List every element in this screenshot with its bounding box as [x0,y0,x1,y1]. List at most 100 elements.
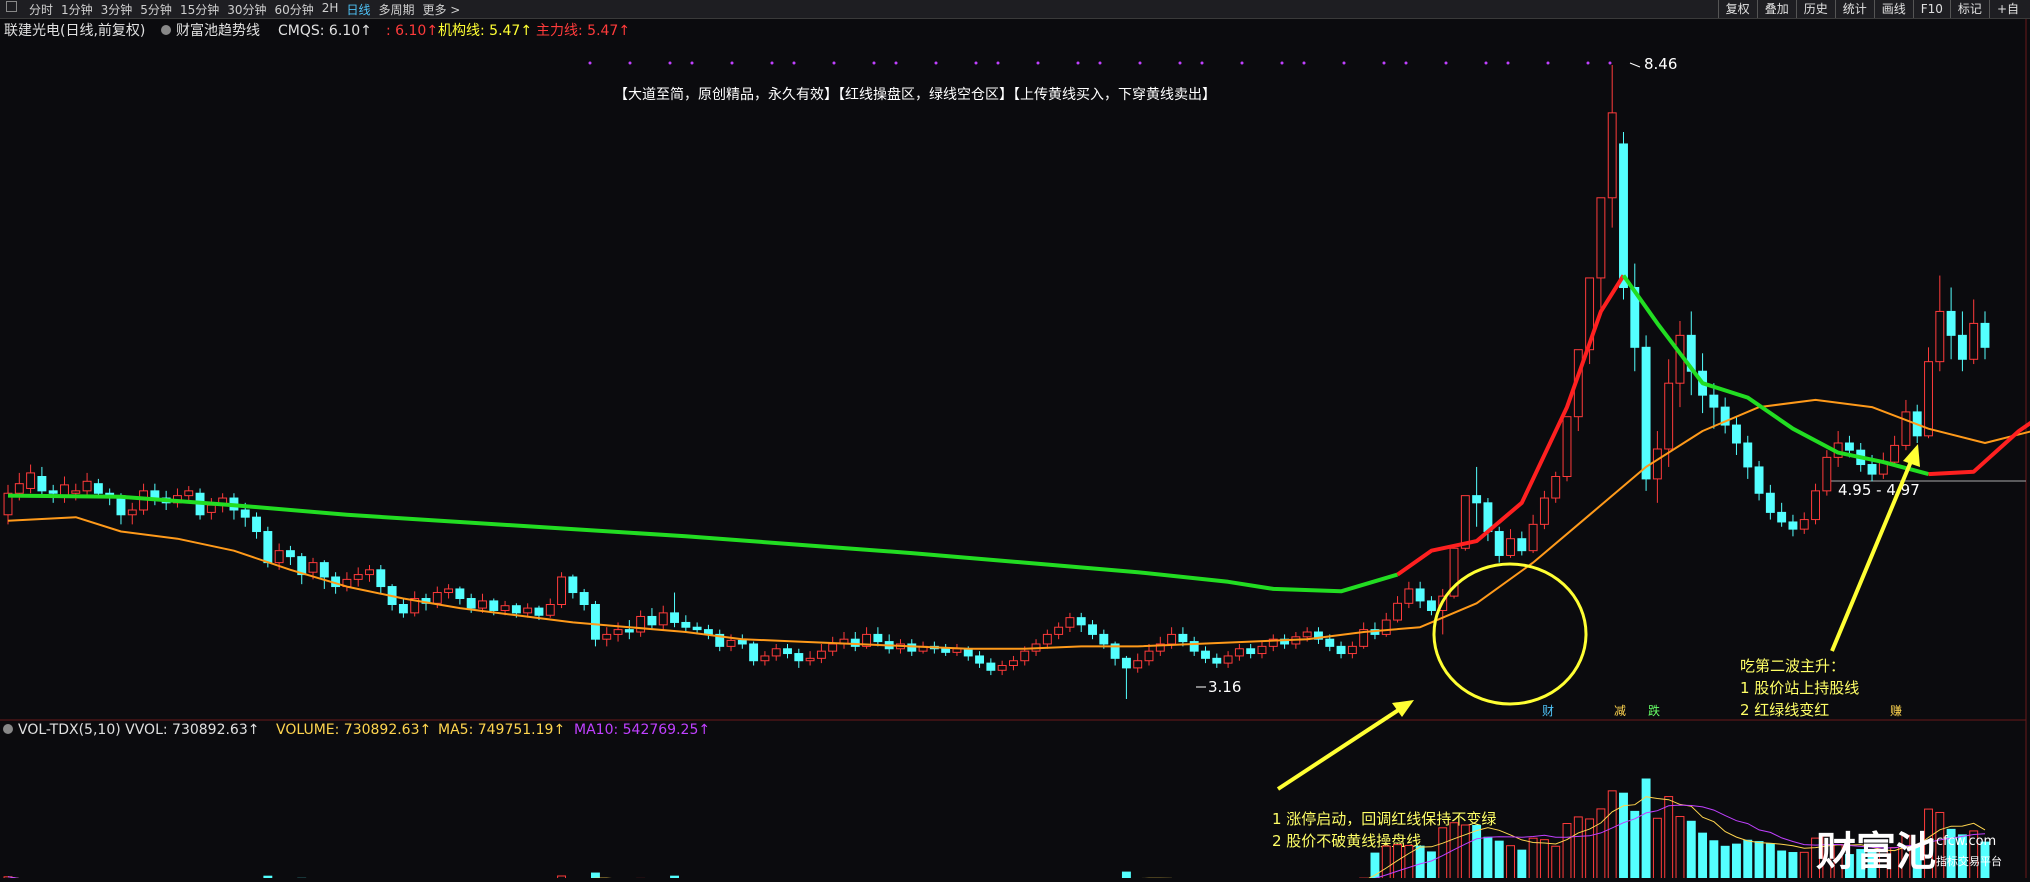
candle-body [750,644,758,661]
volume-header: VOL-TDX(5,10) VVOL: 730892.63↑ VOLUME: 7… [3,722,710,738]
price-header: 联建光电(日线,前复权) 财富池趋势线 CMQS: 6.10↑ : 6.10↑ … [4,22,630,39]
tab-4[interactable]: 15分钟 [180,1,219,18]
tab-8[interactable]: 日线 [346,1,370,18]
candle-body [1733,425,1741,443]
volume-bar [591,873,599,878]
candle-body [1168,634,1176,644]
candle-body [467,599,475,609]
volume-bar [1371,853,1379,878]
candle-body [1134,661,1142,668]
candle-body [151,491,159,498]
volume-bar [1699,833,1707,878]
candle-body [1009,661,1017,666]
volume-bar [1642,779,1650,878]
signal-dot [669,62,672,65]
high-pointer [1630,63,1640,67]
candle-body [1744,443,1752,467]
candle-body [1416,589,1424,601]
candle-body [38,477,46,491]
candle-body [1620,144,1628,288]
tool-6[interactable]: 标记 [1950,0,1989,18]
signal-dot [1383,62,1386,65]
candle-body [445,589,453,593]
tool-5[interactable]: F10 [1913,0,1950,18]
signal-dot [1281,62,1284,65]
indicator-dot-icon[interactable] [161,25,171,35]
candle-body [625,630,633,632]
volume-bar [1789,853,1797,878]
chart-area[interactable]: 联建光电(日线,前复权) 财富池趋势线 CMQS: 6.10↑ : 6.10↑ … [0,19,2030,878]
candle-body [1021,651,1029,661]
kline-chart[interactable]: 联建光电(日线,前复权) 财富池趋势线 CMQS: 6.10↑ : 6.10↑ … [0,19,2030,878]
candle-body [964,649,972,656]
tab-10[interactable]: 更多 > [422,1,460,18]
candle-body [1337,646,1345,653]
candle-body [1405,589,1413,603]
range-label: 4.95 - 4.97 [1838,481,1920,499]
candle-body [1055,627,1063,634]
candle-body [693,627,701,629]
candle-body [772,649,780,656]
volume-bar [1529,838,1537,878]
signal-dot [771,62,774,65]
tab-3[interactable]: 5分钟 [140,1,172,18]
candle-body [1507,539,1515,556]
tab-1[interactable]: 1分钟 [61,1,93,18]
candle-body [908,644,916,651]
volume-bar [1484,837,1492,878]
marker-die: 跌 [1648,703,1660,718]
candle-body [1303,632,1311,637]
volume-bar [1653,818,1661,878]
tool-7[interactable]: +自 [1989,0,2026,18]
candle-body [795,654,803,661]
tab-0[interactable]: 分时 [29,1,53,18]
signal-dot [793,62,796,65]
candle-body [501,606,509,611]
marker-zhuan: 赚 [1890,703,1902,718]
tab-7[interactable]: 2H [322,1,339,18]
volume-bar [1665,797,1673,878]
tool-3[interactable]: 统计 [1835,0,1874,18]
signal-dot [1099,62,1102,65]
note-2: 吃第二波主升： 1 股价站上持股线 2 红绿线变红 [1740,657,1859,719]
candle-body [1766,493,1774,512]
candle-body [49,491,57,493]
candle-body [976,656,984,663]
jgx-line [8,400,2030,649]
signal-dot [1507,62,1510,65]
candle-body [512,606,520,613]
candle-body [874,634,882,641]
candle-body [1235,649,1243,656]
tool-4[interactable]: 画线 [1874,0,1913,18]
tab-5[interactable]: 30分钟 [227,1,266,18]
candle-body [614,630,622,635]
toolbar-checkbox[interactable] [6,1,17,12]
candle-body [83,481,91,491]
tab-6[interactable]: 60分钟 [275,1,314,18]
volume-dot-icon[interactable] [3,724,13,734]
candle-body [738,640,746,644]
candle-body [1473,496,1481,503]
candle-body [354,575,362,580]
volume-bar [1721,846,1729,878]
candle-body [558,577,566,605]
volume-bar [1631,811,1639,878]
volume-bar [1507,846,1515,878]
tool-0[interactable]: 复权 [1718,0,1757,18]
volume-bar [1473,825,1481,878]
tab-2[interactable]: 3分钟 [101,1,133,18]
candle-body [1394,603,1402,620]
candle-body [27,473,35,489]
candle-body [1529,524,1537,550]
tool-1[interactable]: 叠加 [1757,0,1796,18]
candle-body [1936,311,1944,361]
volume-bar [1552,846,1560,878]
volume-bar [1710,841,1718,878]
signal-dot [1587,62,1590,65]
candle-body [490,601,498,611]
tool-2[interactable]: 历史 [1796,0,1835,18]
tab-9[interactable]: 多周期 [378,1,414,18]
period-toolbar: 分时 1分钟 3分钟 5分钟 15分钟 30分钟 60分钟 2H 日线多周期更多 > 复权叠加历… [0,0,2030,19]
candle-body [1213,658,1221,663]
candle-body [671,613,679,623]
